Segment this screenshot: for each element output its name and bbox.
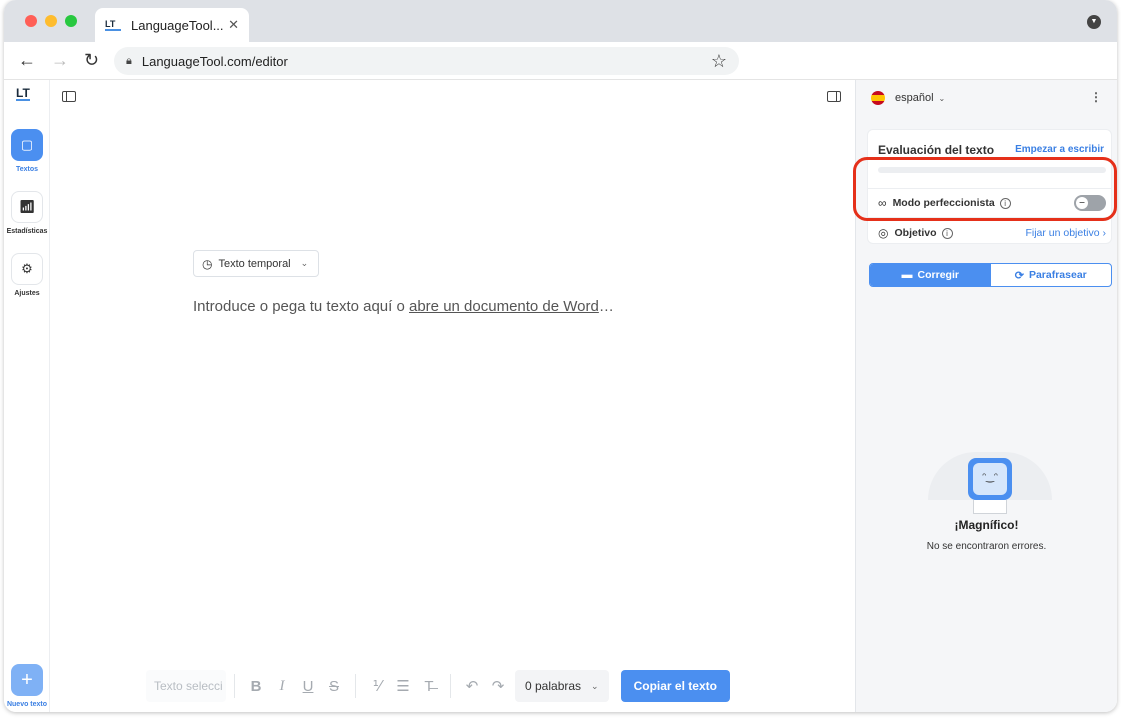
tab-strip: LT LanguageTool... ✕ ▼ xyxy=(4,0,1117,42)
chevron-down-icon: ⌄ xyxy=(591,680,599,691)
left-panel-toggle-icon[interactable] xyxy=(62,91,76,102)
rail-item-label: Textos xyxy=(15,166,39,173)
reload-icon[interactable]: ↻ xyxy=(84,50,99,71)
selected-text-box: Texto selecci xyxy=(146,670,226,702)
mascot-illustration: ᵔ‿ᵔ xyxy=(928,450,1052,514)
chevron-down-icon: ⌄ xyxy=(938,93,946,103)
correct-mode-label: Corregir xyxy=(917,269,959,281)
set-objective-link[interactable]: Fijar un objetivo › xyxy=(1025,227,1106,239)
document-icon: ▢ xyxy=(11,129,43,161)
clock-icon: ◷ xyxy=(202,256,213,271)
right-panel-toggle-icon[interactable] xyxy=(827,91,841,102)
plus-icon: + xyxy=(11,664,43,696)
objective-row: ◎ Objetivo i Fijar un objetivo › xyxy=(878,226,1106,240)
empty-state-title: ¡Magnífico! xyxy=(954,518,1019,532)
temporary-text-select[interactable]: ◷ Texto temporal ⌄ xyxy=(193,250,320,277)
rail-item-label: Estadísticas xyxy=(6,228,48,235)
editor-placeholder[interactable]: Introduce o pega tu texto aquí o abre un… xyxy=(193,298,614,315)
strikethrough-icon[interactable]: S xyxy=(321,678,347,695)
undo-icon[interactable]: ↶ xyxy=(459,677,485,695)
paraphrase-icon: ⟳ xyxy=(1014,269,1024,282)
left-rail: LT ▢ Textos 📶︎ Estadísticas ⚙ Ajustes + … xyxy=(4,80,50,712)
language-label: español xyxy=(895,92,934,104)
info-icon[interactable]: i xyxy=(941,227,953,239)
correct-icon: ▬ xyxy=(901,269,913,281)
editor-area[interactable]: ◷ Texto temporal ⌄ Introduce o pega tu t… xyxy=(50,80,855,712)
italic-icon[interactable]: I xyxy=(269,678,295,695)
maximize-window-button[interactable] xyxy=(65,15,77,27)
start-writing-link[interactable]: Empezar a escribir xyxy=(1015,144,1104,155)
target-icon: ◎ xyxy=(878,226,889,240)
evaluation-title: Evaluación del texto xyxy=(878,143,995,157)
objective-label: Objetivo xyxy=(894,227,937,239)
toolbar-divider xyxy=(355,674,356,698)
bullet-list-icon[interactable]: ☰ xyxy=(390,677,416,695)
paraphrase-mode-label: Parafrasear xyxy=(1028,269,1087,281)
bookmark-star-icon[interactable]: ☆ xyxy=(711,51,727,72)
chevron-down-icon: ⌄ xyxy=(300,258,309,268)
gear-icon: ⚙ xyxy=(11,253,43,285)
copy-text-button[interactable]: Copiar el texto xyxy=(620,670,730,702)
language-selector[interactable]: español ⌄ xyxy=(871,91,945,105)
toolbar-divider xyxy=(450,674,451,698)
paper-icon xyxy=(973,500,1007,514)
url-text: LanguageTool.com/editor xyxy=(141,53,288,69)
redo-icon[interactable]: ↷ xyxy=(485,677,511,695)
browser-toolbar: ← → ↻ 🔒︎ LanguageTool.com/editor ☆ xyxy=(4,42,1117,80)
rail-item-estadisticas[interactable]: 📶︎ Estadísticas xyxy=(4,191,50,235)
new-text-button[interactable]: + Nuevo texto xyxy=(4,664,50,708)
spain-flag-icon xyxy=(871,91,885,105)
empty-state-subtitle: No se encontraron errores. xyxy=(926,541,1047,552)
more-options-icon[interactable]: ⋮ xyxy=(1090,90,1102,104)
paraphrase-mode-button[interactable]: ⟳ Parafrasear xyxy=(991,264,1112,286)
back-icon[interactable]: ← xyxy=(18,50,36,71)
word-count-label: 0 palabras xyxy=(525,679,582,693)
mode-switch: ▬ Corregir ⟳ Parafrasear xyxy=(869,263,1112,287)
word-count-dropdown[interactable]: 0 palabras ⌄ xyxy=(515,670,609,702)
rail-item-ajustes[interactable]: ⚙ Ajustes xyxy=(4,253,50,297)
clear-format-icon[interactable]: T̶ xyxy=(416,678,442,695)
languagetool-logo-icon: LT xyxy=(105,19,121,31)
set-objective-label: Fijar un objetivo xyxy=(1025,227,1100,239)
app-logo: LT xyxy=(16,86,30,101)
mascot-face: ᵔ‿ᵔ xyxy=(973,463,1007,495)
numbered-list-icon[interactable]: ⅟ xyxy=(364,677,390,695)
address-bar[interactable]: 🔒︎ LanguageTool.com/editor ☆ xyxy=(114,47,739,75)
bold-icon[interactable]: B xyxy=(243,678,269,695)
profile-menu-icon[interactable]: ▼ xyxy=(1087,15,1101,29)
rail-item-label: Ajustes xyxy=(14,290,40,297)
placeholder-text: Introduce o pega tu texto aquí o xyxy=(193,298,409,315)
close-tab-icon[interactable]: ✕ xyxy=(228,17,239,33)
new-text-label: Nuevo texto xyxy=(6,701,48,708)
lock-icon: 🔒︎ xyxy=(126,54,132,67)
forward-icon[interactable]: → xyxy=(51,50,69,71)
browser-window: LT LanguageTool... ✕ ▼ ← → ↻ 🔒︎ Language… xyxy=(4,0,1117,712)
open-word-document-link[interactable]: abre un documento de Word xyxy=(409,298,599,315)
browser-tab[interactable]: LT LanguageTool... ✕ xyxy=(95,8,249,42)
perfectionist-highlight-annotation xyxy=(853,157,1117,221)
close-window-button[interactable] xyxy=(25,15,37,27)
rail-item-textos[interactable]: ▢ Textos xyxy=(4,129,50,173)
mascot-icon: ᵔ‿ᵔ xyxy=(968,458,1012,500)
tab-title: LanguageTool... xyxy=(131,17,224,33)
underline-icon[interactable]: U xyxy=(295,678,321,695)
formatting-toolbar: Texto selecci B I U S ⅟ ☰ T̶ ↶ ↷ 0 palab… xyxy=(146,670,730,702)
minimize-window-button[interactable] xyxy=(45,15,57,27)
placeholder-ellipsis: … xyxy=(598,298,614,315)
stats-icon: 📶︎ xyxy=(11,191,43,223)
correct-mode-button[interactable]: ▬ Corregir xyxy=(870,264,991,286)
toolbar-divider xyxy=(234,674,235,698)
temporary-text-label: Texto temporal xyxy=(218,257,291,270)
